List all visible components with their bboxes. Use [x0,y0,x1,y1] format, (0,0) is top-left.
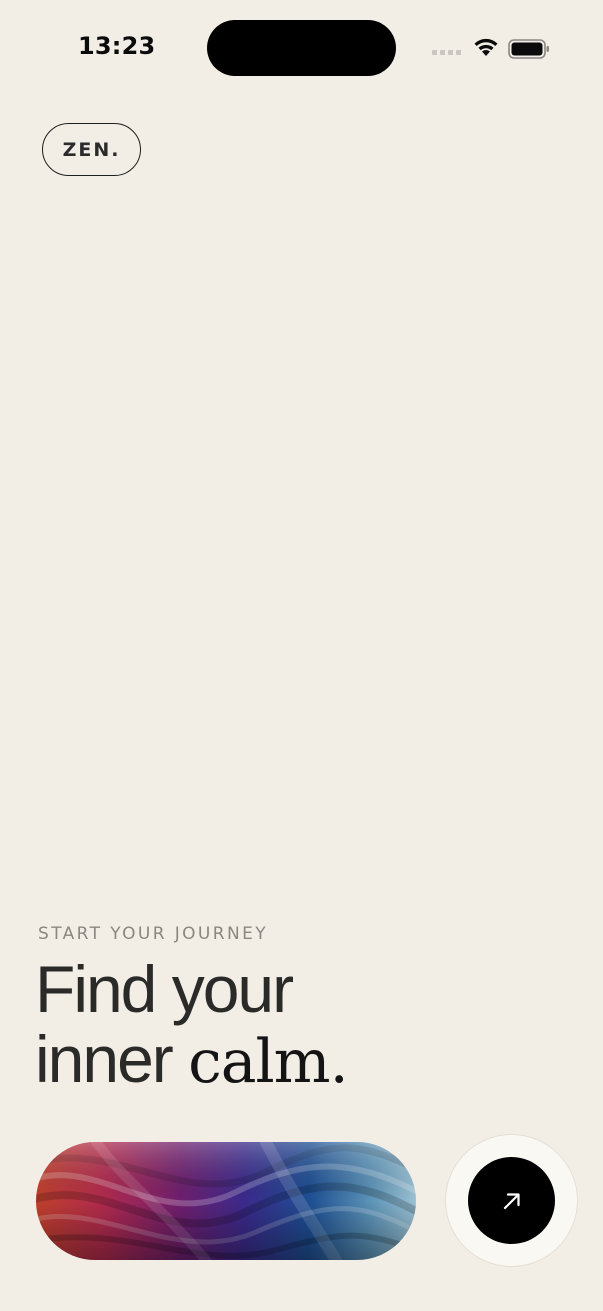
onboarding-screen: 13:23 ZEN. START YOUR JOURNEY Find your … [0,0,603,1311]
headline-line-2-prefix: inner [35,1022,189,1096]
eyebrow-text: START YOUR JOURNEY [38,924,269,944]
status-time: 13:23 [78,32,156,60]
silk-gradient-image [36,1142,416,1260]
headline-accent-word: calm. [188,1027,349,1097]
start-journey-button[interactable] [468,1157,555,1244]
arrow-up-right-icon [503,1192,520,1209]
headline-line-1: Find your [35,952,294,1026]
battery-icon [508,39,549,59]
signal-icon [432,50,461,55]
headline: Find your inner calm. [35,952,349,1097]
wifi-icon [474,38,498,56]
brand-logo-pill[interactable]: ZEN. [42,123,141,176]
dynamic-island [207,20,396,76]
